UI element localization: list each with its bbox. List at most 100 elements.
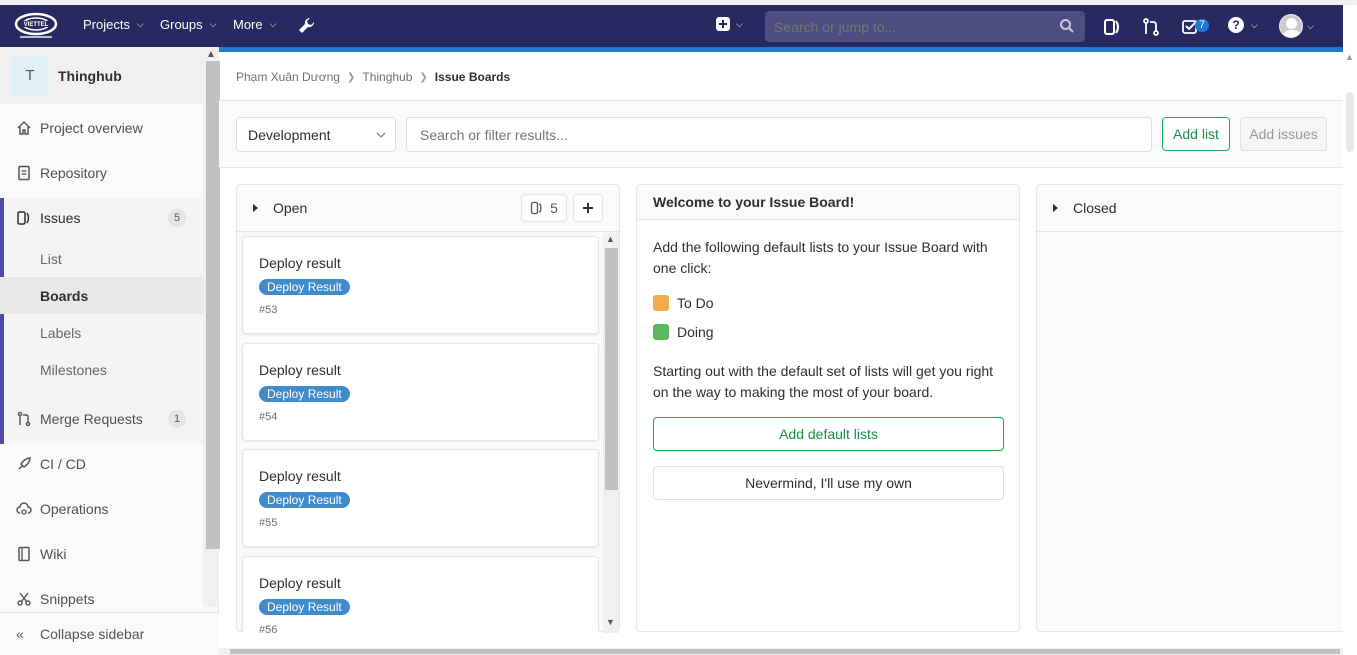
caret-right-icon[interactable] [1053,204,1058,212]
issue-card-title[interactable]: Deploy result [259,468,341,484]
list-scroll-thumb[interactable] [605,248,618,490]
global-search[interactable] [765,11,1085,42]
sidebar-subitem-label: Milestones [40,361,107,378]
help-dropdown[interactable]: ? ⌵ [1227,16,1258,34]
merge-requests-count-badge: 1 [168,410,186,428]
sidebar-scrollbar[interactable]: ▲ [203,47,220,607]
nav-projects[interactable]: Projects ⌵ [83,17,144,32]
breadcrumb-project[interactable]: Thinghub [362,70,412,84]
issue-card-title[interactable]: Deploy result [259,575,341,591]
page-vertical-scrollbar[interactable]: ▲ [1343,52,1357,655]
todo-count-badge: 7 [1195,19,1210,32]
issue-card-title[interactable]: Deploy result [259,362,341,378]
search-icon [1060,19,1074,33]
collapse-sidebar-button[interactable]: « Collapse sidebar [0,612,219,655]
avatar [1279,14,1303,38]
sidebar-item-project-overview[interactable]: Project overview [0,108,203,148]
nav-groups[interactable]: Groups ⌵ [160,17,216,32]
global-search-input[interactable] [765,11,1045,42]
board-horizontal-scrollbar[interactable] [219,648,1343,655]
doing-color-swatch [653,324,669,340]
list-header[interactable]: Closed [1037,185,1348,232]
issues-count-badge: 5 [168,209,186,227]
svg-text:VIETTEL: VIETTEL [24,22,49,28]
todo-color-swatch [653,295,669,311]
plus-icon [583,203,593,213]
add-issues-button[interactable]: Add issues [1240,117,1327,151]
issue-label-badge[interactable]: Deploy Result [259,279,350,295]
question-icon: ? [1228,17,1244,33]
board-hscroll-thumb[interactable] [230,649,1340,654]
new-issue-button[interactable] [573,194,603,222]
sidebar-project-header[interactable]: T Thinghub [0,47,203,104]
breadcrumb-current[interactable]: Issue Boards [435,70,510,84]
board-switcher-value: Development [248,126,331,143]
top-navbar: VIETTEL Projects ⌵ Groups ⌵ More ⌵ ⌵ Sea… [0,5,1343,47]
list-title: Open [273,200,308,216]
sidebar-scroll-thumb[interactable] [206,61,220,549]
project-name: Thinghub [58,67,122,84]
cloud-gear-icon [16,502,32,515]
sidebar-item-operations[interactable]: Operations [0,489,203,529]
issue-label-badge[interactable]: Deploy Result [259,492,350,508]
project-sidebar: T Thinghub Project overview Repository I… [0,47,220,655]
viettel-logo[interactable]: VIETTEL [14,10,58,42]
navbar-accent-line [219,47,1343,52]
sidebar-item-ci-cd[interactable]: CI / CD [0,444,203,484]
scroll-up-icon[interactable]: ▲ [1345,52,1354,62]
scissors-icon [17,592,31,606]
default-list-label: To Do [677,295,714,311]
issue-number: #56 [259,624,278,633]
issue-card[interactable]: Deploy result Deploy Result #55 [242,449,599,547]
list-header[interactable]: Open 5 [237,185,619,232]
scroll-up-icon[interactable]: ▲ [206,49,216,60]
breadcrumb-user[interactable]: Phạm Xuân Dương [236,70,340,84]
add-list-button[interactable]: Add list [1162,117,1230,151]
new-dropdown-button[interactable]: ⌵ [716,17,743,31]
sidebar-subitem-labels[interactable]: Labels [0,314,203,351]
sidebar-item-wiki[interactable]: Wiki [0,534,203,574]
nav-groups-label: Groups [160,17,203,32]
user-menu[interactable]: ⌵ [1279,14,1314,38]
issues-icon [530,201,542,215]
scroll-down-icon[interactable]: ▼ [606,617,615,627]
nevermind-button[interactable]: Nevermind, I'll use my own [653,466,1004,500]
sidebar-item-issues[interactable]: Issues 5 [0,198,203,238]
caret-right-icon[interactable] [253,204,258,212]
issue-label-badge[interactable]: Deploy Result [259,599,350,615]
chevron-down-icon: ⌵ [136,19,144,29]
issue-count: 5 [550,200,558,216]
welcome-intro: Add the following default lists to your … [653,239,988,276]
sidebar-item-label: Repository [40,165,107,181]
sidebar-subitem-milestones[interactable]: Milestones [0,351,203,388]
issue-card[interactable]: Deploy result Deploy Result #54 [242,343,599,441]
issue-card[interactable]: Deploy result Deploy Result #53 [242,236,599,334]
rocket-icon [18,457,31,470]
nav-more[interactable]: More ⌵ [233,17,276,32]
sidebar-subitem-list[interactable]: List [0,240,203,277]
sidebar-subitem-boards[interactable]: Boards [0,277,203,314]
list-scrollbar[interactable]: ▲ ▼ [603,233,619,633]
issue-count-badge: 5 [521,194,567,222]
wrench-icon[interactable] [296,16,316,36]
sidebar-item-repository[interactable]: Repository [0,153,203,193]
issue-card-list: Deploy result Deploy Result #53 Deploy r… [237,233,601,633]
issues-icon [17,211,30,225]
issue-card[interactable]: Deploy result Deploy Result #56 [242,556,599,633]
add-default-lists-button[interactable]: Add default lists [653,417,1004,451]
board-list-open: Open 5 Deploy result Deploy Result #53 D… [236,184,620,633]
nav-more-label: More [233,17,263,32]
board-switcher-dropdown[interactable]: Development [236,117,396,152]
sidebar-item-merge-requests[interactable]: Merge Requests 1 [0,399,203,439]
merge-request-icon [17,411,31,427]
issue-label-badge[interactable]: Deploy Result [259,386,350,402]
issue-card-title[interactable]: Deploy result [259,255,341,271]
page-scroll-thumb[interactable] [1346,92,1354,152]
filter-search-box[interactable] [406,117,1152,152]
filter-search-input[interactable] [407,118,1151,151]
issues-icon[interactable] [1102,17,1122,37]
sidebar-subitem-label: Labels [40,324,82,341]
scroll-up-icon[interactable]: ▲ [606,234,615,244]
merge-request-icon[interactable] [1141,17,1161,37]
issue-number: #55 [259,517,278,529]
